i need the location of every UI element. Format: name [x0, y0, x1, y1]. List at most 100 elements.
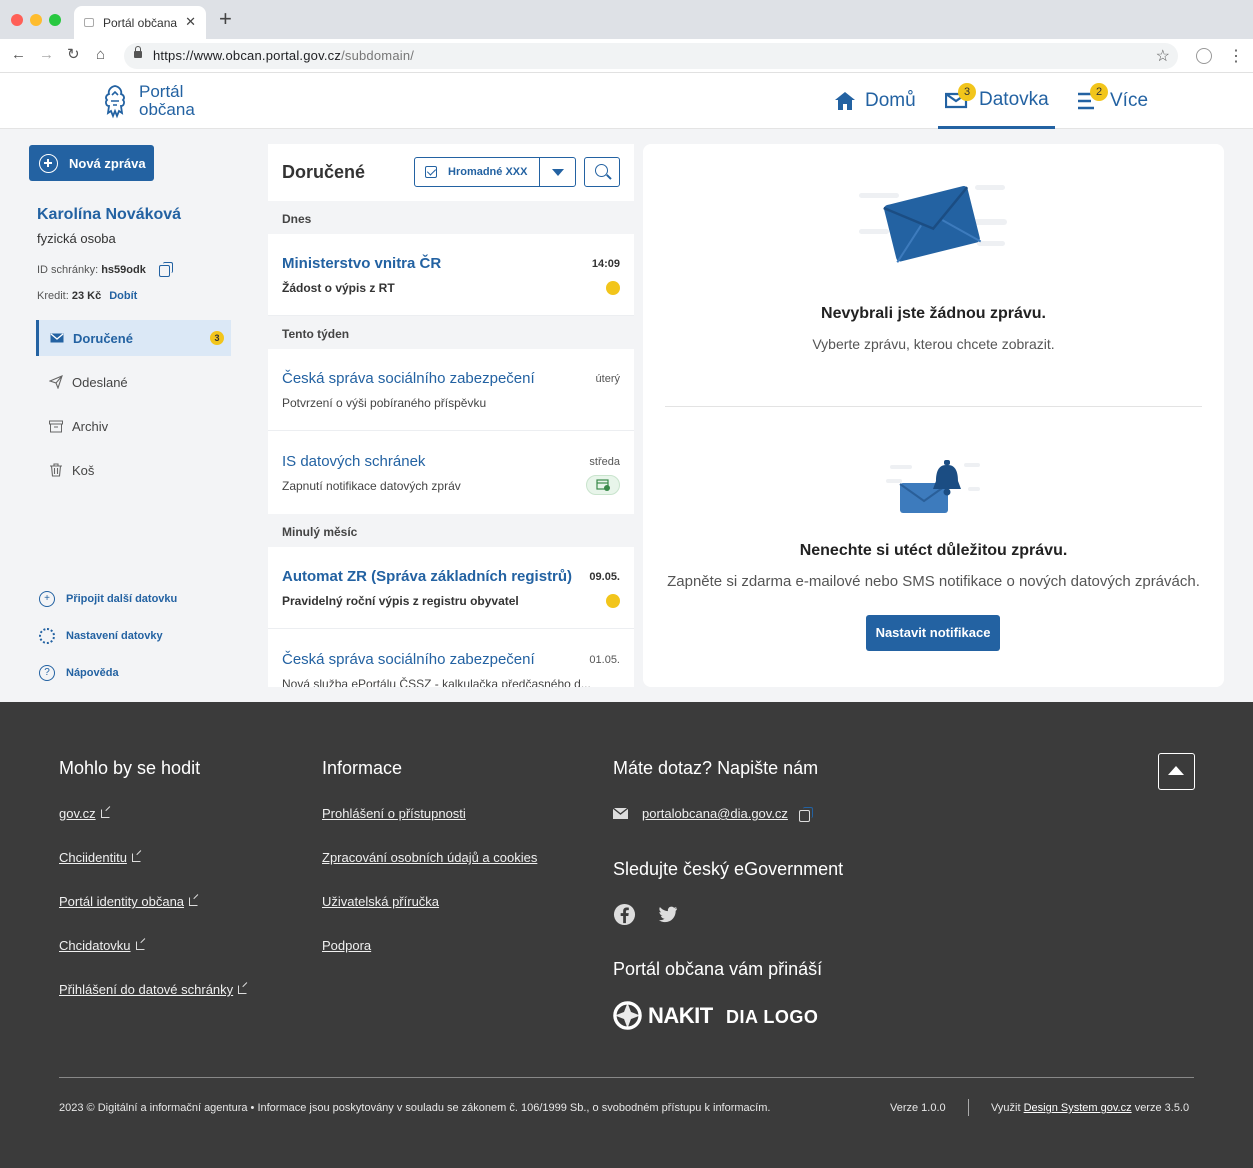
footer-link-chcidatovku[interactable]: Chcidatovku — [59, 938, 145, 953]
empty-text: Vyberte zprávu, kterou chcete zobrazit. — [812, 336, 1055, 352]
footer-col1-title: Mohlo by se hodit — [59, 758, 201, 778]
external-link-icon — [238, 985, 248, 994]
home-icon[interactable]: ⌂ — [96, 46, 105, 64]
url-path: /subdomain/ — [341, 48, 415, 63]
envelope-icon — [50, 333, 64, 343]
window-close-button[interactable] — [11, 14, 23, 26]
profile-icon[interactable] — [1196, 48, 1212, 64]
footer-link-chciidentitu[interactable]: Chciidentitu — [59, 850, 141, 865]
plus-circle-icon — [39, 153, 58, 173]
unread-dot-icon — [606, 594, 620, 608]
dia-logo[interactable]: DIA LOGO — [726, 1007, 818, 1028]
footer-link-login-mailbox[interactable]: Přihlášení do datové schránky — [59, 982, 248, 997]
credit: Kredit: 23 Kč Dobít — [37, 290, 138, 302]
nakit-logo-icon — [613, 1001, 642, 1030]
bookmark-star-icon[interactable]: ☆ — [1156, 46, 1170, 66]
nav-more[interactable]: 2 Více — [1077, 73, 1148, 129]
lock-icon — [134, 46, 142, 60]
group-header: Dnes — [268, 201, 634, 234]
url-field[interactable]: https://www.obcan.portal.gov.cz/subdomai… — [124, 43, 1178, 69]
footer-link-support[interactable]: Podpora — [322, 938, 371, 953]
footer-link-privacy[interactable]: Zpracování osobních údajů a cookies — [322, 850, 537, 865]
message-item[interactable]: Automat ZR (Správa základních registrů) … — [268, 547, 634, 629]
footer-email-link[interactable]: portalobcana@dia.gov.cz — [642, 806, 788, 821]
browser-tab-bar: Portál občana ✕ + — [0, 0, 1253, 39]
sidebar-item-archive[interactable]: Archiv — [36, 408, 231, 444]
set-notifications-button[interactable]: Nastavit notifikace — [866, 615, 1000, 651]
bulk-action-dropdown[interactable]: Hromadné XXX — [414, 157, 576, 187]
detail-panel: Nevybrali jste žádnou zprávu. Vyberte zp… — [643, 144, 1224, 687]
plus-circle-icon: + — [39, 591, 55, 607]
notification-check-icon — [586, 475, 620, 495]
footer-divider — [59, 1077, 1194, 1078]
design-system-link[interactable]: Design System gov.cz — [1024, 1102, 1132, 1114]
sidebar-item-sent[interactable]: Odeslané — [36, 364, 231, 400]
nav-datovka[interactable]: 3 Datovka — [938, 73, 1055, 129]
footer-link-accessibility[interactable]: Prohlášení o přístupnosti — [322, 806, 466, 821]
lion-logo-icon[interactable] — [100, 83, 130, 119]
help-link[interactable]: ? Nápověda — [39, 665, 119, 681]
panel-divider — [665, 406, 1202, 407]
footer-col2-title: Informace — [322, 758, 403, 778]
top-up-link[interactable]: Dobít — [109, 290, 137, 302]
checkbox-icon — [425, 166, 437, 178]
main-area: Nová zpráva Karolína Nováková fyzická os… — [0, 129, 1253, 702]
sidebar-item-trash[interactable]: Koš — [36, 452, 231, 488]
envelope-icon — [613, 808, 628, 819]
url-host: https://www.obcan.portal.gov.cz — [153, 48, 342, 63]
logo-text[interactable]: Portál občana — [139, 83, 195, 119]
copyright: 2023 © Digitální a informační agentura •… — [59, 1102, 771, 1114]
copy-icon[interactable] — [799, 807, 813, 822]
window-maximize-button[interactable] — [49, 14, 61, 26]
external-link-icon — [131, 853, 141, 862]
group-header: Tento týden — [268, 316, 634, 349]
new-tab-icon[interactable]: + — [219, 8, 232, 30]
address-bar-row: ← → ↻ ⌂ https://www.obcan.portal.gov.cz/… — [0, 39, 1253, 73]
reload-icon[interactable]: ↻ — [67, 46, 80, 64]
sidebar-item-inbox[interactable]: Doručené 3 — [36, 320, 231, 356]
message-item[interactable]: IS datových schránek Zapnutí notifikace … — [268, 432, 634, 514]
browser-menu-icon[interactable]: ⋮ — [1228, 46, 1244, 66]
nakit-logo[interactable]: NAKIT — [613, 1001, 713, 1030]
house-icon — [835, 92, 855, 110]
app-header: Portál občana Domů 3 Datovka 2 Více — [0, 73, 1253, 129]
chevron-down-icon[interactable] — [540, 158, 575, 186]
empty-title: Nevybrali jste žádnou zprávu. — [821, 305, 1046, 322]
paper-plane-icon — [49, 375, 63, 389]
message-item[interactable]: Česká správa sociálního zabezpečení Potv… — [268, 349, 634, 431]
message-item[interactable]: Česká správa sociálního zabezpečení Nová… — [268, 630, 634, 687]
connect-mailbox-link[interactable]: + Připojit další datovku — [39, 591, 177, 607]
facebook-icon[interactable] — [613, 903, 636, 926]
new-message-button[interactable]: Nová zpráva — [29, 145, 154, 181]
browser-tab[interactable]: Portál občana ✕ — [74, 6, 206, 39]
tab-close-icon[interactable]: ✕ — [185, 14, 196, 30]
external-link-icon — [135, 941, 145, 950]
notif-title: Nenechte si utéct důležitou zprávu. — [799, 542, 1068, 559]
notif-text: Zapněte si zdarma e-mailové nebo SMS not… — [667, 573, 1200, 590]
twitter-icon[interactable] — [656, 903, 679, 926]
message-item[interactable]: Ministerstvo vnitra ČR Žádost o výpis z … — [268, 234, 634, 316]
footer-link-govcz[interactable]: gov.cz — [59, 806, 110, 821]
window-minimize-button[interactable] — [30, 14, 42, 26]
design-system-credit: Využit Design System gov.cz verze 3.5.0 — [991, 1102, 1190, 1114]
footer-vertical-divider — [968, 1099, 969, 1116]
footer: Mohlo by se hodit gov.cz Chciidentitu Po… — [0, 702, 1253, 1168]
favicon-icon — [84, 18, 94, 27]
external-link-icon — [189, 897, 199, 906]
back-icon[interactable]: ← — [11, 46, 26, 64]
copy-icon[interactable] — [159, 262, 173, 277]
footer-col3-title: Máte dotaz? Napište nám — [613, 758, 819, 778]
question-circle-icon: ? — [39, 665, 55, 681]
bell-envelope-illustration-icon — [886, 460, 980, 513]
scroll-to-top-button[interactable] — [1158, 753, 1195, 790]
mailbox-settings-link[interactable]: Nastavení datovky — [39, 628, 163, 644]
footer-link-portal-identity[interactable]: Portál identity občana — [59, 894, 199, 909]
archive-box-icon — [49, 420, 63, 433]
search-button[interactable] — [584, 157, 620, 187]
user-name: Karolína Nováková — [37, 206, 182, 223]
social-title: Sledujte český eGovernment — [613, 859, 844, 879]
footer-link-manual[interactable]: Uživatelská příručka — [322, 894, 439, 909]
forward-icon[interactable]: → — [39, 46, 54, 64]
bulk-action-button[interactable]: Hromadné XXX — [415, 158, 540, 186]
nav-home[interactable]: Domů — [834, 73, 916, 129]
